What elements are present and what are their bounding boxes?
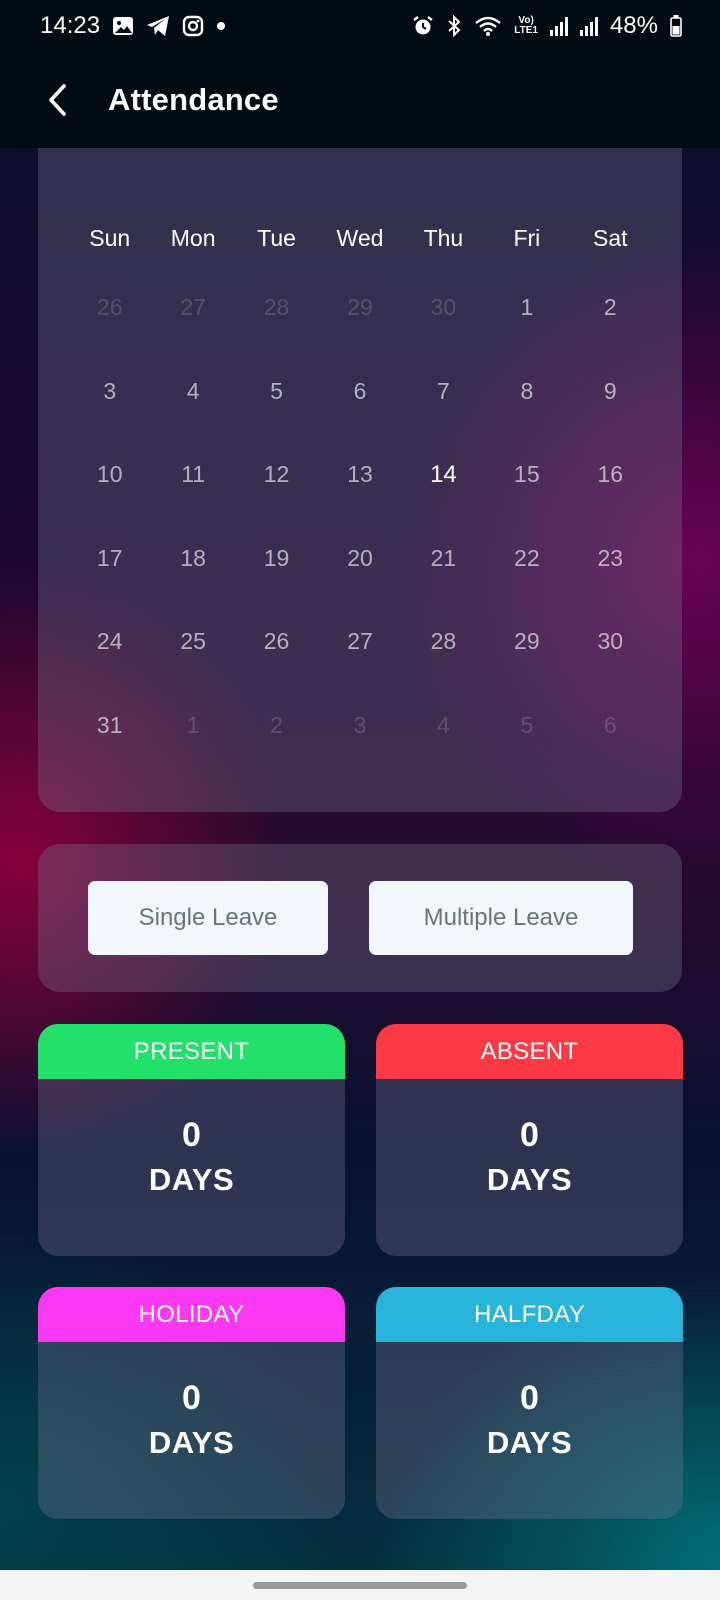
calendar-grid: Sun Mon Tue Wed Thu Fri Sat 26 27 28 29 30 1 2 3 4 5 6 7 8 9… [68,210,652,767]
holiday-card: HOLIDAY 0 DAYS [38,1287,345,1519]
calendar-day[interactable]: 13 [318,433,401,517]
signal-icon [549,16,568,36]
halfday-card: HALFDAY 0 DAYS [376,1287,683,1519]
calendar-day[interactable]: 21 [402,517,485,601]
calendar-day[interactable]: 28 [402,600,485,684]
halfday-count: 0 [520,1379,539,1417]
calendar-day[interactable]: 16 [569,433,652,517]
present-header: PRESENT [38,1024,345,1079]
single-leave-button[interactable]: Single Leave [88,881,328,955]
back-button[interactable] [30,72,86,128]
home-gesture-handle[interactable] [253,1581,467,1589]
calendar-day[interactable]: 1 [485,266,568,350]
weekday-header: Thu [423,224,464,251]
present-count: 0 [182,1116,201,1154]
battery-percent: 48% [609,12,658,39]
calendar-day[interactable]: 18 [151,517,234,601]
status-left: 14:23 [40,12,226,40]
calendar-day-outside-month[interactable]: 29 [318,266,401,350]
signal-icon-2 [579,16,598,36]
absent-header: ABSENT [376,1024,683,1079]
calendar-day-outside-month[interactable]: 28 [235,266,318,350]
status-time: 14:23 [40,12,101,39]
calendar-card: Sun Mon Tue Wed Thu Fri Sat 26 27 28 29 30 1 2 3 4 5 6 7 8 9… [38,148,682,812]
weekday-header: Tue [257,224,296,251]
calendar-day-outside-month[interactable]: 6 [569,684,652,768]
calendar-day[interactable]: 23 [569,517,652,601]
absent-unit: DAYS [486,1162,573,1197]
halfday-unit: DAYS [486,1425,573,1460]
weekday-header: Fri [513,224,541,251]
calendar-day[interactable]: 12 [235,433,318,517]
calendar-day[interactable]: 10 [68,433,151,517]
calendar-day[interactable]: 3 [68,350,151,434]
calendar-day[interactable]: 17 [68,517,151,601]
calendar-day-outside-month[interactable]: 27 [151,266,234,350]
halfday-header: HALFDAY [376,1287,683,1342]
calendar-day[interactable]: 5 [235,350,318,434]
notification-dot-icon [216,21,226,31]
calendar-day[interactable]: 7 [402,350,485,434]
weekday-header: Sat [593,224,628,251]
calendar-day[interactable]: 8 [485,350,568,434]
calendar-day[interactable]: 22 [485,517,568,601]
navigation-bar [0,1570,720,1600]
calendar-day[interactable]: 25 [151,600,234,684]
calendar-day[interactable]: 26 [235,600,318,684]
calendar-day[interactable]: 27 [318,600,401,684]
weekday-header: Sun [89,224,131,251]
calendar-day[interactable]: 19 [235,517,318,601]
present-card: PRESENT 0 DAYS [38,1024,345,1256]
status-bar: 14:23 Vo) LTE1 48% [0,0,720,52]
calendar-day[interactable]: 24 [68,600,151,684]
battery-icon [670,15,682,37]
calendar-day[interactable]: 11 [151,433,234,517]
status-right: Vo) LTE1 48% [412,12,682,40]
calendar-day[interactable]: 30 [569,600,652,684]
holiday-header: HOLIDAY [38,1287,345,1342]
calendar-day[interactable]: 31 [68,684,151,768]
calendar-day[interactable]: 2 [569,266,652,350]
volte-lte-icon: Vo) LTE1 [514,15,538,36]
holiday-unit: DAYS [148,1425,235,1460]
calendar-day[interactable]: 15 [485,433,568,517]
calendar-day[interactable]: 9 [569,350,652,434]
calendar-day[interactable]: 20 [318,517,401,601]
calendar-day-outside-month[interactable]: 3 [318,684,401,768]
app-header: Attendance [0,52,720,148]
calendar-day-outside-month[interactable]: 2 [235,684,318,768]
chevron-left-icon [49,84,66,116]
calendar-day-outside-month[interactable]: 1 [151,684,234,768]
wifi-icon [474,15,502,37]
calendar-day-outside-month[interactable]: 4 [402,684,485,768]
calendar-day-today[interactable]: 14 [402,433,485,517]
instagram-icon [182,15,204,37]
absent-count: 0 [520,1116,539,1154]
bluetooth-icon [446,15,462,37]
multiple-leave-button[interactable]: Multiple Leave [369,881,633,955]
calendar-day[interactable]: 6 [318,350,401,434]
absent-card: ABSENT 0 DAYS [376,1024,683,1256]
alarm-icon [412,15,434,37]
calendar-day-outside-month[interactable]: 26 [68,266,151,350]
leave-actions-card: Single Leave Multiple Leave [38,844,682,992]
present-unit: DAYS [148,1162,235,1197]
weekday-header: Wed [336,224,384,251]
calendar-day[interactable]: 4 [151,350,234,434]
page-title: Attendance [108,82,279,117]
weekday-header: Mon [170,224,216,251]
calendar-day-outside-month[interactable]: 5 [485,684,568,768]
calendar-day-outside-month[interactable]: 30 [402,266,485,350]
calendar-day[interactable]: 29 [485,600,568,684]
telegram-icon [146,15,170,37]
holiday-count: 0 [182,1379,201,1417]
gallery-icon [112,15,134,37]
